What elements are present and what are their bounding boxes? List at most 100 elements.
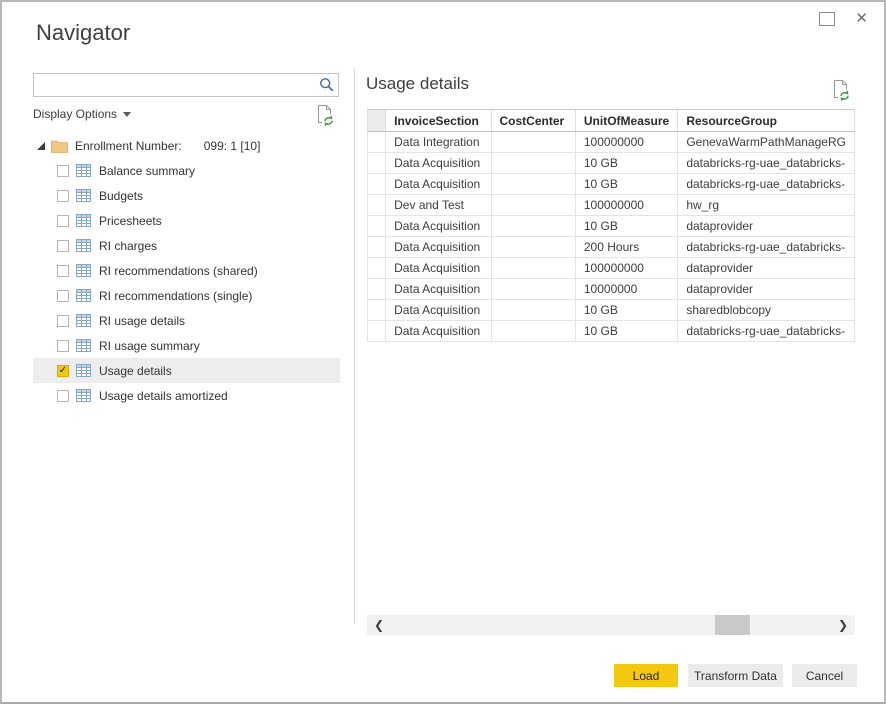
- search-icon[interactable]: [316, 77, 338, 93]
- grid-cell: Data Acquisition: [386, 237, 491, 258]
- scrollbar-thumb[interactable]: [715, 615, 750, 635]
- table-icon: [76, 264, 91, 277]
- tree-item-label: RI charges: [99, 239, 157, 253]
- grid-cell: 10 GB: [575, 216, 677, 237]
- tree-item-ri-usage-details[interactable]: RI usage details: [33, 308, 340, 333]
- row-selector-cell: [368, 321, 386, 342]
- grid-header-row: InvoiceSectionCostCenterUnitOfMeasureRes…: [368, 110, 855, 132]
- row-selector-cell: [368, 195, 386, 216]
- expand-triangle-icon[interactable]: [37, 142, 45, 150]
- item-checkbox[interactable]: [57, 190, 69, 202]
- grid-cell: 10000000: [575, 279, 677, 300]
- item-checkbox[interactable]: [57, 340, 69, 352]
- grid-cell: databricks-rg-uae_databricks-: [678, 153, 855, 174]
- column-header-costcenter: CostCenter: [491, 110, 575, 132]
- table-row: Data Acquisition10 GBdataprovider: [368, 216, 855, 237]
- tree-item-label: Usage details: [99, 364, 172, 378]
- tree-item-usage-details[interactable]: ✓ Usage details: [33, 358, 340, 383]
- tree-item-usage-details-amortized[interactable]: Usage details amortized: [33, 383, 340, 408]
- tree-item-ri-recommendations-shared-[interactable]: RI recommendations (shared): [33, 258, 340, 283]
- tree-item-label: RI usage details: [99, 314, 185, 328]
- table-row: Data Acquisition 10 GBdatabricks-rg-uae_d…: [368, 321, 855, 342]
- tree-item-ri-recommendations-single-[interactable]: RI recommendations (single): [33, 283, 340, 308]
- column-header-invoicesection: InvoiceSection: [386, 110, 491, 132]
- scroll-right-arrow[interactable]: ❯: [831, 618, 855, 632]
- item-checkbox[interactable]: [57, 315, 69, 327]
- tree-item-budgets[interactable]: Budgets: [33, 183, 340, 208]
- table-row: Data Acquisition 10000000dataprovider: [368, 279, 855, 300]
- grid-cell: Data Acquisition: [386, 300, 491, 321]
- table-icon: [76, 239, 91, 252]
- table-icon: [76, 314, 91, 327]
- row-selector-cell: [368, 237, 386, 258]
- table-icon: [76, 389, 91, 402]
- item-checkbox[interactable]: ✓: [57, 365, 69, 377]
- grid-cell: Data Acquisition: [386, 279, 491, 300]
- tree-item-ri-charges[interactable]: RI charges: [33, 233, 340, 258]
- close-button[interactable]: ✕: [853, 10, 870, 28]
- table-row: Data Acquisition 100000000dataprovider: [368, 258, 855, 279]
- load-button[interactable]: Load: [614, 664, 678, 687]
- tree-item-label: RI recommendations (single): [99, 289, 252, 303]
- grid-cell: Data Acquisition: [386, 321, 491, 342]
- scroll-left-arrow[interactable]: ❮: [367, 618, 391, 632]
- grid-cell: dataprovider: [678, 258, 855, 279]
- close-icon: ✕: [855, 10, 868, 27]
- item-checkbox[interactable]: [57, 240, 69, 252]
- cancel-button[interactable]: Cancel: [792, 664, 857, 687]
- tree-item-balance-summary[interactable]: Balance summary: [33, 158, 340, 183]
- grid-cell: [491, 153, 575, 174]
- tree-root-enrollment[interactable]: Enrollment Number: 099: 1 [10]: [33, 135, 260, 157]
- grid-cell: dataprovider: [678, 279, 855, 300]
- horizontal-scrollbar[interactable]: ❮ ❯: [367, 615, 855, 635]
- grid-cell: databricks-rg-uae_databricks-: [678, 237, 855, 258]
- tree-root-label: Enrollment Number:: [75, 139, 182, 153]
- row-selector-cell: [368, 300, 386, 321]
- display-options-label: Display Options: [33, 107, 117, 121]
- maximize-button[interactable]: [819, 12, 835, 26]
- grid-cell: [491, 174, 575, 195]
- refresh-tree-button[interactable]: [314, 103, 336, 127]
- item-checkbox[interactable]: [57, 390, 69, 402]
- grid-cell: [491, 321, 575, 342]
- grid-cell: 100000000: [575, 258, 677, 279]
- grid-cell: databricks-rg-uae_databricks-: [678, 174, 855, 195]
- grid-cell: [491, 300, 575, 321]
- transform-data-button[interactable]: Transform Data: [688, 664, 783, 687]
- table-row: Data Acquisition 200 Hoursdatabricks-rg-u…: [368, 237, 855, 258]
- grid-cell: 100000000: [575, 195, 677, 216]
- grid-cell: 100000000: [575, 132, 677, 153]
- grid-cell: Data Acquisition: [386, 258, 491, 279]
- grid-cell: databricks-rg-uae_databricks-: [678, 321, 855, 342]
- display-options-dropdown[interactable]: Display Options: [33, 107, 131, 121]
- item-checkbox[interactable]: [57, 290, 69, 302]
- table-row: Data Acquisition10 GBsharedblobcopy: [368, 300, 855, 321]
- page-title: Navigator: [36, 20, 130, 46]
- tree-item-label: Budgets: [99, 189, 143, 203]
- grid-cell: GenevaWarmPathManageRG: [678, 132, 855, 153]
- grid-body: Data Integration100000000GenevaWarmPathM…: [368, 132, 855, 342]
- grid-cell: Data Integration: [386, 132, 491, 153]
- search-box: [33, 73, 339, 97]
- item-checkbox[interactable]: [57, 215, 69, 227]
- item-checkbox[interactable]: [57, 265, 69, 277]
- grid-cell: [491, 132, 575, 153]
- row-selector-cell: [368, 216, 386, 237]
- search-input[interactable]: [34, 74, 316, 96]
- grid-cell: hw_rg: [678, 195, 855, 216]
- item-checkbox[interactable]: [57, 165, 69, 177]
- grid-cell: 10 GB: [575, 321, 677, 342]
- grid-cell: 200 Hours: [575, 237, 677, 258]
- refresh-preview-button[interactable]: [830, 78, 852, 102]
- tree-item-ri-usage-summary[interactable]: RI usage summary: [33, 333, 340, 358]
- tree-item-pricesheets[interactable]: Pricesheets: [33, 208, 340, 233]
- panel-divider: [354, 68, 355, 624]
- grid-cell: [491, 216, 575, 237]
- grid-cell: Data Acquisition: [386, 174, 491, 195]
- grid-cell: 10 GB: [575, 300, 677, 321]
- grid-cell: 10 GB: [575, 174, 677, 195]
- table-icon: [76, 189, 91, 202]
- navigator-dialog: Navigator ✕ Display Options: [0, 0, 886, 704]
- grid-cell: Data Acquisition: [386, 216, 491, 237]
- row-selector-cell: [368, 258, 386, 279]
